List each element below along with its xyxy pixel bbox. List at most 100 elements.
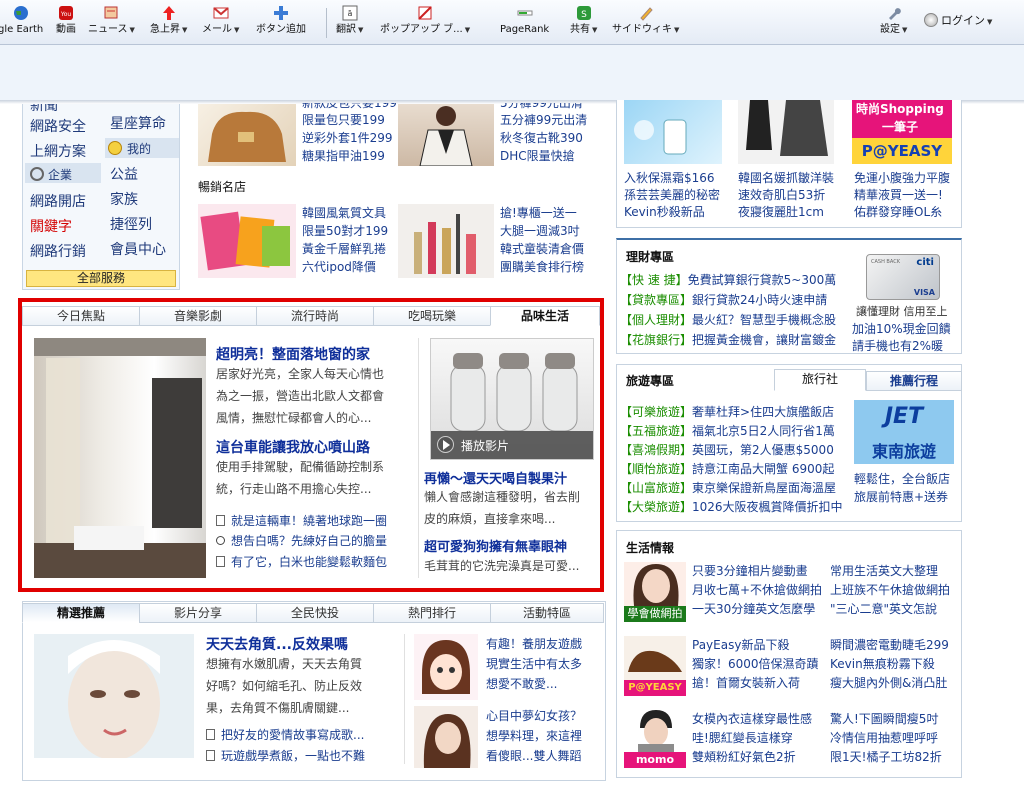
toolbar-earth[interactable]: gle Earth [0,4,43,36]
featured-link[interactable]: 玩遊戲學煮飯，一點也不難 [206,747,365,764]
tab-music-film[interactable]: 音樂影劇 [139,306,257,326]
life-row3-b[interactable]: 驚人!下圖瞬間瘦5吋 冷情信用抽惹哩呼呼 限1天!橘子工坊82折 [830,710,942,767]
service-link-keyword[interactable]: 關鍵字 [30,216,72,236]
lifestyle-story1-title[interactable]: 超明亮！整面落地窗的家 [216,344,370,364]
service-link[interactable]: 捷徑列 [110,214,152,234]
facemask-photo[interactable] [34,634,194,758]
tab-lifestyle[interactable]: 品味生活 [490,306,600,326]
tab-video[interactable]: 影片分享 [139,603,257,623]
finance-row[interactable]: 【花旗銀行】把握黃金機會，讓財富鍍金 [620,331,836,348]
lifestyle-link[interactable]: 想告白嗎？先練好自己的膽量 [216,532,387,549]
tab-travel-agency[interactable]: 旅行社 [774,369,866,391]
tab-food-fun[interactable]: 吃喝玩樂 [373,306,491,326]
featured-story1-title[interactable]: 天天去角質...反效果嗎 [206,634,348,654]
service-link[interactable]: 會員中心 [110,239,166,259]
shop-link[interactable]: 逆彩外套1件299 [302,130,393,147]
featured-link[interactable]: 把好友的愛情故事寫成歌... [206,726,364,743]
toolbar-share[interactable]: S 共有 ▼ [570,4,597,36]
featured-story3[interactable]: 心目中夢幻女孩？ 想學料理，來這裡 看傻眼...雙人舞蹈 [486,706,582,766]
shop-link[interactable]: 六代ipod降價 [302,259,376,276]
shop-link[interactable]: 限量包只要199 [302,112,385,129]
travel-row[interactable]: 【大榮旅遊】1026大阪夜楓賞降價折扣中 [620,498,843,515]
shop-link[interactable]: 韓國風氣質文具 [302,205,386,222]
toolbar-settings[interactable]: 設定 ▼ [880,4,907,36]
toolbar-news[interactable]: ニュース ▼ [88,4,135,36]
toolbar-pagerank[interactable]: PageRank [500,4,549,36]
shop-link[interactable]: 搶!專櫃一送一 [500,205,577,222]
finance-row[interactable]: 【快 速 捷】免費試算銀行貸款5~300萬 [620,271,836,288]
tab-fashion[interactable]: 流行時尚 [256,306,374,326]
toolbar-popup-blocker[interactable]: ポップアップ ブ... ▼ [380,4,470,36]
tab-recommended[interactable]: 推薦行程 [866,371,962,391]
payeasy-banner[interactable]: 時尚Shopping 一筆子 P@YEASY [852,100,952,164]
tab-featured[interactable]: 精選推薦 [22,603,140,623]
life-row1-b[interactable]: 常用生活英文大整理 上班族不午休搶做網拍 "三心二意"英文怎說 [830,562,950,619]
video-thumb[interactable]: 播放影片 [430,338,594,460]
finance-row[interactable]: 【貸款專區】銀行貸款24小時火速申請 [620,291,827,308]
finance-side-link[interactable]: 加油10%現金回饋 [852,320,951,337]
life-row2-a[interactable]: PayEasy新品下殺 獨家！6000倍保濕奇蹟 搶！首爾女裝新入荷 [692,636,819,693]
service-link[interactable]: 網路開店 [30,191,86,211]
service-link[interactable]: 上網方案 [30,141,86,161]
lifestyle-story4-title[interactable]: 超可愛狗狗擁有無辜眼神 [424,536,567,555]
right-shop-col1[interactable]: 入秋保濕霜$166 孫芸芸美麗的秘密 Kevin秒殺新品 [624,170,720,221]
service-link-enterprise[interactable]: 企業 [30,166,72,183]
travel-row[interactable]: 【五福旅遊】福氣北京5日2人同行省1萬 [620,422,835,439]
shop-link[interactable]: 大腿一週減3吋 [500,223,580,240]
girl-photo-thumb[interactable] [414,706,478,768]
tab-vote[interactable]: 全民快投 [256,603,374,623]
jet-travel-banner[interactable]: JET 東南旅遊 [854,400,954,464]
toolbar-sidewiki[interactable]: サイドウィキ ▼ [612,4,679,36]
tab-today[interactable]: 今日焦點 [22,306,140,326]
toolbar-login[interactable]: ログイン ▼ [924,13,992,28]
right-shop-col3[interactable]: 免運小腹強力平腹 精華液買一送一! 佑群發穿睡OL糸 [854,170,950,221]
shop-link[interactable]: 秋冬復古靴390 [500,130,583,147]
life-row1-a[interactable]: 只要3分鐘相片變動畫 月收七萬+不休搶做網拍 一天30分鐘英文怎麼學 [692,562,822,619]
shop-link[interactable]: DHC限量快搶 [500,148,575,165]
tab-events[interactable]: 活動特區 [490,603,604,623]
shop-link[interactable]: 韓式童裝清倉價 [500,241,584,258]
life-thumb-3[interactable]: momo [624,708,686,768]
life-thumb-2[interactable]: P@YEASY [624,636,686,696]
toolbar-mail[interactable]: メール ▼ [202,4,239,36]
life-row2-b[interactable]: 瞬間濃密電動睫毛299 Kevin無痕粉霧下殺 瘦大腿內外側&消凸肚 [830,636,949,693]
all-services-button[interactable]: 全部服務 [26,270,176,287]
travel-row[interactable]: 【可樂旅遊】奢華杜拜>住四大旗艦飯店 [620,403,834,420]
right-shop-col2[interactable]: 韓國名媛抓皺洋裝 速效奇肌白53折 夜寢復麗肚1cm [738,170,834,221]
travel-side-link[interactable]: 輕鬆住，全台飯店 [854,470,950,487]
shop-link[interactable]: 團購美食排行榜 [500,259,584,276]
handbag-thumb[interactable] [198,104,296,166]
toolbar-trending[interactable]: 急上昇 ▼ [150,4,187,36]
service-link[interactable]: 家族 [110,189,138,209]
toolbar-translate[interactable]: ā 翻訳 ▼ [336,4,363,36]
finance-side-link[interactable]: 請手機也有2%暖 [852,337,943,354]
skincare-thumb[interactable] [624,100,722,164]
featured-story2[interactable]: 有趣！養朋友遊戲 現實生活中有太多 想愛不敢愛... [486,634,582,694]
lifestyle-link[interactable]: 有了它，白米也能變鬆軟麵包 [216,553,387,570]
service-link[interactable]: 公益 [110,164,138,184]
service-link[interactable]: 網路安全 [30,116,86,136]
service-link[interactable]: 星座算命 [110,113,166,133]
cosmetics-thumb[interactable] [398,204,494,278]
service-link-my[interactable]: 我的 [108,140,151,157]
toolbar-add-button[interactable]: ボタン追加 [256,4,306,36]
life-thumb-1[interactable]: 學會做網拍 [624,562,686,622]
cartoon-girl-thumb[interactable] [414,634,478,700]
shop-link[interactable]: 黃金千層鮮乳捲 [302,241,386,258]
shop-link[interactable]: 糖果指甲油199 [302,148,385,165]
travel-side-link[interactable]: 旅展前特惠+送券 [854,488,948,505]
tab-ranking[interactable]: 熱門排行 [373,603,491,623]
toolbar-video[interactable]: You 動画 [56,4,76,36]
travel-row[interactable]: 【順怡旅遊】詩意江南品大閘蟹 6900起 [620,460,834,477]
travel-row[interactable]: 【喜鴻假期】英國玩，第2人優惠$5000 [620,441,834,458]
fashion-thumb[interactable] [398,104,494,166]
finance-row[interactable]: 【個人理財】最火紅？智慧型手機概念股 [620,311,836,328]
stationery-thumb[interactable] [198,204,296,278]
life-row3-a[interactable]: 女模內衣這樣穿最性感 哇!腮紅變長這樣穿 雙頰粉紅好氣色2折 [692,710,812,767]
dress-thumb[interactable] [738,100,834,164]
lifestyle-link[interactable]: 就是這輛車！繞著地球跑一圈 [216,512,387,529]
lifestyle-story3-title[interactable]: 再懶～還天天喝自製果汁 [424,468,567,487]
service-link[interactable]: 網路行銷 [30,241,86,261]
credit-card-image[interactable]: citi CASH BACK VISA [866,254,940,300]
interior-photo[interactable] [34,338,206,578]
